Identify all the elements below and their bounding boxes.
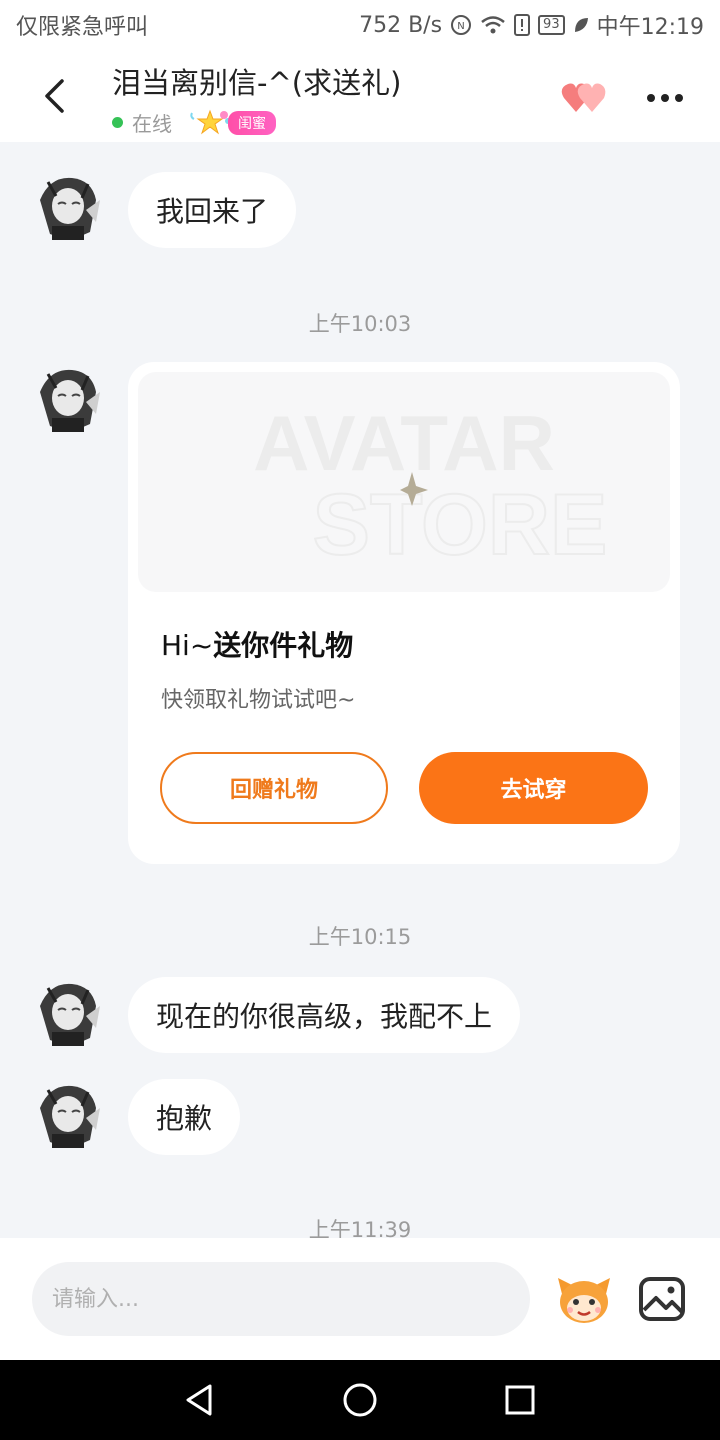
avatar[interactable] xyxy=(30,170,106,246)
chat-title-block: 泪当离别信-^(求送礼) 在线 闺蜜 xyxy=(112,60,401,137)
gift-banner: AVATAR STORE xyxy=(138,372,670,592)
back-button[interactable] xyxy=(34,76,74,116)
return-gift-button[interactable]: 回赠礼物 xyxy=(160,752,388,824)
banner-text-line1: AVATAR xyxy=(253,399,555,487)
alert-icon xyxy=(514,14,531,36)
more-button[interactable] xyxy=(640,78,690,118)
wifi-icon xyxy=(480,15,506,35)
nav-home-icon xyxy=(343,1383,377,1417)
avatar[interactable] xyxy=(30,362,106,438)
system-nav-bar xyxy=(0,1360,720,1440)
relation-badge[interactable]: 闺蜜 xyxy=(188,109,276,137)
status-line: 在线 闺蜜 xyxy=(112,108,401,137)
try-on-button[interactable]: 去试穿 xyxy=(419,752,648,824)
message-bubble[interactable]: 现在的你很高级，我配不上 xyxy=(128,977,521,1053)
message-bubble[interactable]: 我回来了 xyxy=(128,172,297,248)
chat-header: 泪当离别信-^(求送礼) 在线 闺蜜 xyxy=(0,50,720,142)
back-arrow-icon xyxy=(45,79,64,113)
timestamp: 上午10:15 xyxy=(308,925,412,949)
avatar[interactable] xyxy=(30,1078,106,1154)
message-bubble[interactable]: 抱歉 xyxy=(128,1079,241,1155)
nav-home-button[interactable] xyxy=(340,1380,380,1420)
online-indicator xyxy=(112,117,123,128)
nav-back-button[interactable] xyxy=(180,1380,220,1420)
input-bar xyxy=(0,1238,720,1360)
gift-subtitle: 快领取礼物试试吧~ xyxy=(161,688,356,713)
intimacy-button[interactable] xyxy=(560,78,610,118)
avatar[interactable] xyxy=(30,976,106,1052)
image-icon xyxy=(639,1277,685,1321)
more-icon xyxy=(647,94,655,102)
leaf-icon xyxy=(573,16,589,34)
message-input[interactable] xyxy=(32,1262,530,1336)
status-time: 中午12:19 xyxy=(596,15,704,40)
nfc-icon: N xyxy=(450,14,472,36)
nav-recents-icon xyxy=(505,1385,535,1415)
status-icons: 752 B/s N 93 中午12:19 xyxy=(359,9,704,41)
chat-title: 泪当离别信-^(求送礼) xyxy=(112,66,402,100)
emoji-button[interactable] xyxy=(554,1272,614,1326)
image-button[interactable] xyxy=(638,1276,686,1322)
svg-text:N: N xyxy=(457,21,464,32)
network-speed: 752 B/s xyxy=(359,12,443,38)
status-bar: 仅限紧急呼叫 752 B/s N 93 中午12:19 xyxy=(0,0,720,50)
carrier-text: 仅限紧急呼叫 xyxy=(16,15,149,40)
banner-text-line2: STORE xyxy=(313,477,608,573)
emoji-icon xyxy=(558,1278,610,1323)
battery-icon: 93 xyxy=(538,15,565,35)
nav-recents-button[interactable] xyxy=(500,1380,540,1420)
online-text: 在线 xyxy=(132,112,172,136)
gift-card[interactable]: AVATAR STORE Hi~送你件礼物 快领取礼物试试吧~ 回赠礼物 去试穿 xyxy=(128,362,680,864)
gift-title: Hi~送你件礼物 xyxy=(161,629,354,662)
nav-back-icon xyxy=(186,1384,212,1416)
timestamp: 上午10:03 xyxy=(308,312,412,336)
heart-icon xyxy=(561,83,606,112)
relation-label: 闺蜜 xyxy=(228,110,276,135)
